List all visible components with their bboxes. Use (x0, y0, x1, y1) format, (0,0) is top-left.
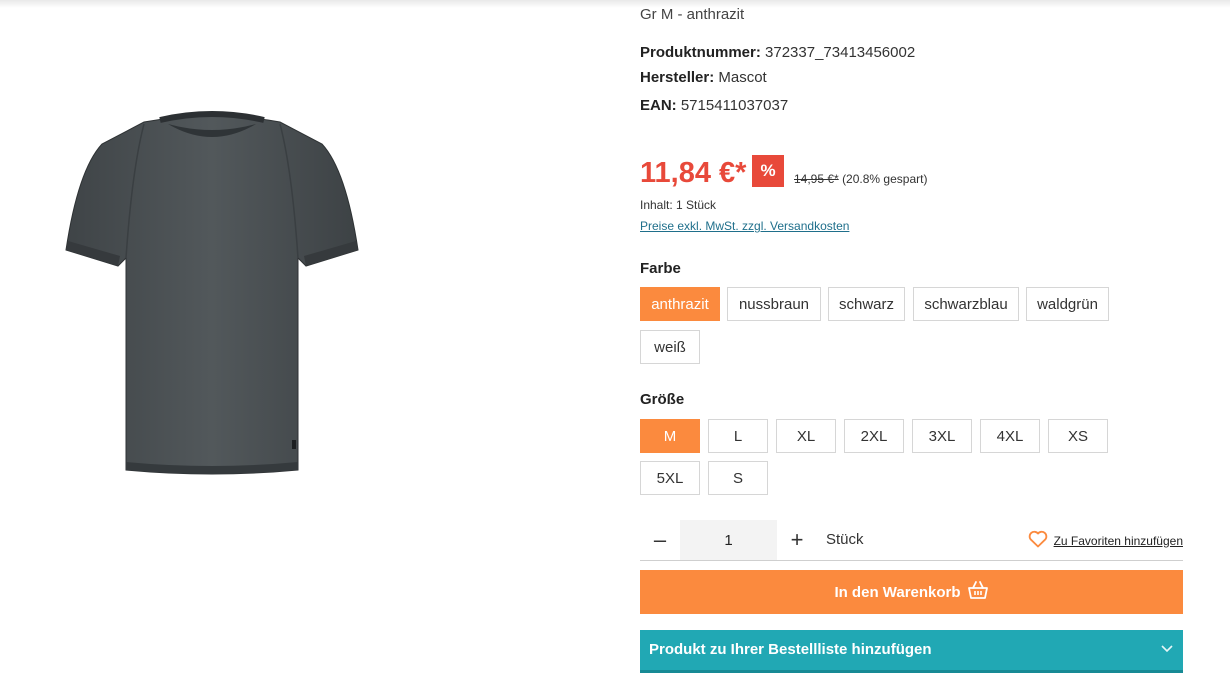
size-option-l[interactable]: L (708, 419, 768, 453)
ean-value: 5715411037037 (680, 97, 789, 114)
size-option-xs[interactable]: XS (1048, 419, 1108, 453)
color-option-waldgruen[interactable]: waldgrün (1026, 287, 1109, 321)
ean-row: EAN: 5715411037037 (640, 97, 788, 114)
size-option-4xl[interactable]: 4XL (980, 419, 1040, 453)
header-shadow (0, 0, 1230, 8)
color-option-schwarz[interactable]: schwarz (828, 287, 905, 321)
product-image[interactable] (60, 110, 365, 480)
color-option-schwarzblau[interactable]: schwarzblau (913, 287, 1019, 321)
tax-shipping-link[interactable]: Preise exkl. MwSt. zzgl. Versandkosten (640, 219, 849, 233)
color-option-anthrazit[interactable]: anthrazit (640, 287, 720, 321)
manufacturer-row: Hersteller: Mascot (640, 69, 767, 86)
order-list-underline (640, 670, 1183, 673)
quantity-minus-button[interactable]: – (640, 520, 680, 560)
quantity-unit: Stück (826, 531, 864, 548)
ean-label: EAN: (640, 97, 677, 114)
order-list-label: Produkt zu Ihrer Bestellliste hinzufügen (649, 641, 932, 658)
add-to-favorites-link[interactable]: Zu Favoriten hinzufügen (1028, 530, 1183, 551)
product-number-row: Produktnummer: 372337_73413456002 (640, 44, 915, 61)
product-number-label: Produktnummer: (640, 44, 761, 61)
quantity-input[interactable]: 1 (680, 520, 777, 560)
manufacturer-value: Mascot (718, 69, 767, 86)
size-option-m[interactable]: M (640, 419, 700, 453)
size-option-3xl[interactable]: 3XL (912, 419, 972, 453)
size-option-5xl[interactable]: 5XL (640, 461, 700, 495)
variant-subtitle: Gr M - anthrazit (640, 6, 745, 23)
old-price: 14,95 €* (794, 172, 839, 186)
current-price: 11,84 €* (640, 157, 747, 189)
color-option-weiss[interactable]: weiß (640, 330, 700, 364)
size-label: Größe (640, 391, 685, 408)
chevron-down-icon (1159, 640, 1175, 660)
old-price-row: 14,95 €* (20.8% gespart) (794, 172, 927, 186)
heart-icon (1028, 530, 1048, 551)
color-option-nussbraun[interactable]: nussbraun (727, 287, 821, 321)
size-option-s[interactable]: S (708, 461, 768, 495)
quantity-stepper: – 1 + Stück Zu Favoriten hinzufügen (640, 520, 1183, 561)
add-to-cart-label: In den Warenkorb (834, 583, 961, 601)
content-info: Inhalt: 1 Stück (640, 198, 717, 212)
manufacturer-label: Hersteller: (640, 69, 715, 86)
favorites-label: Zu Favoriten hinzufügen (1053, 533, 1183, 548)
color-label: Farbe (640, 260, 681, 277)
discount-badge: % (752, 155, 784, 187)
product-number-value: 372337_73413456002 (765, 44, 916, 61)
quantity-plus-button[interactable]: + (777, 520, 817, 560)
size-option-xl[interactable]: XL (776, 419, 836, 453)
saving-text: (20.8% gespart) (842, 172, 928, 186)
basket-icon (967, 579, 989, 605)
add-to-cart-button[interactable]: In den Warenkorb (640, 570, 1183, 614)
add-to-order-list-dropdown[interactable]: Produkt zu Ihrer Bestellliste hinzufügen (640, 630, 1183, 670)
size-option-2xl[interactable]: 2XL (844, 419, 904, 453)
